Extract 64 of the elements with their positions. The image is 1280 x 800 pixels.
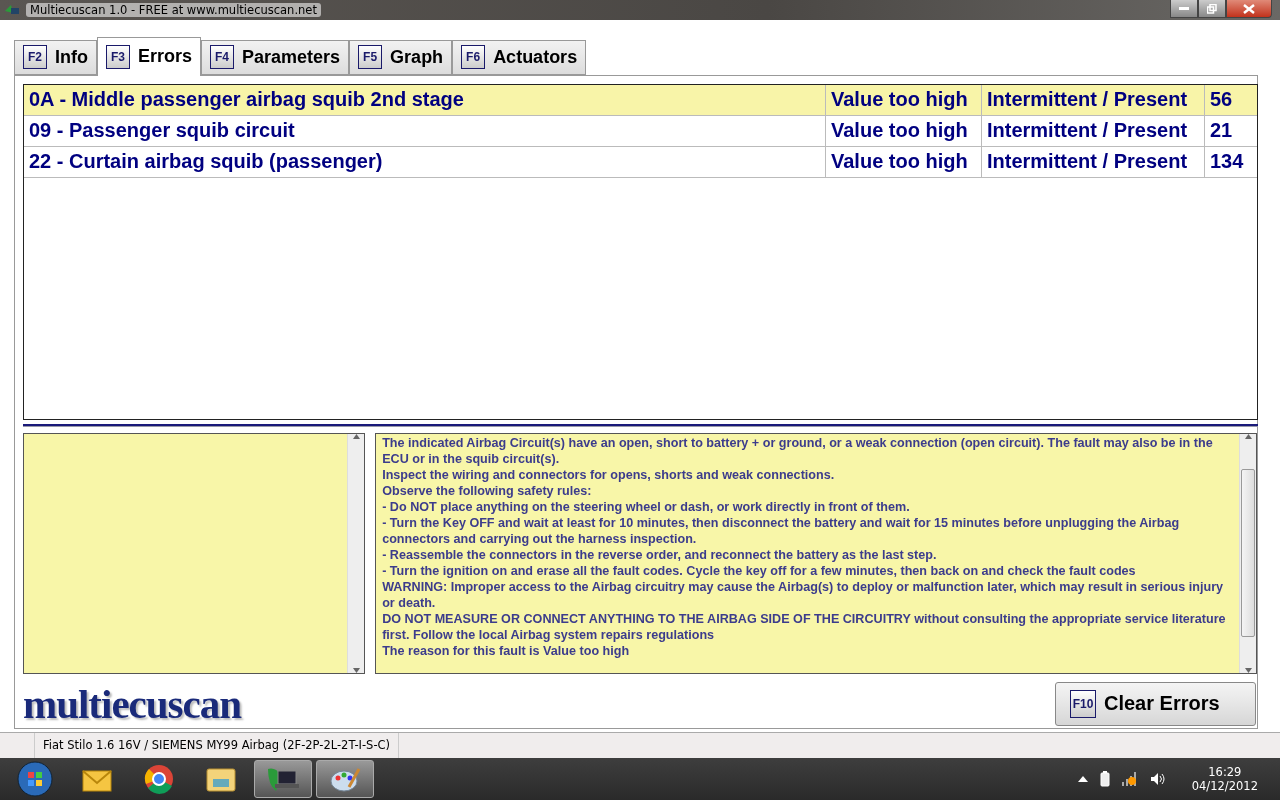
tab[interactable]: F2 Info (14, 39, 97, 75)
description-text: - Reassemble the connectors in the reverse order, and reconnect the battery as the last step. (382, 546, 938, 563)
error-row[interactable]: 09 - Passenger squib circuit Value too high Intermittent / Present 21 (24, 115, 1257, 147)
description-text: The reason for this fault is Value too high (382, 642, 631, 659)
description-text: DO NOT MEASURE OR CONNECT ANYTHING TO THE AIRBAG SIDE OF THE CIRCUITRY without consulting the appropriate service literature first. Follow the local Airbag system repairs regulations (382, 610, 1227, 643)
speaker-icon[interactable] (1149, 772, 1166, 786)
close-icon (1243, 3, 1255, 14)
table-cell: Intermittent / Present (982, 146, 1205, 177)
folder-icon (205, 765, 237, 793)
minimize-icon (1179, 6, 1189, 11)
clock[interactable]: 16:29 04/12/2012 (1191, 765, 1258, 793)
table-cell: Value too high (826, 84, 982, 115)
table-cell: 09 - Passenger squib circuit (24, 115, 826, 146)
show-hidden-icons-icon[interactable] (1077, 776, 1088, 782)
description-text: Observe the following safety rules: (382, 482, 593, 499)
description-text: Inspect the wiring and connectors for opens, shorts and weak connections. (382, 466, 836, 483)
start-orb-icon (17, 761, 53, 797)
key-badge: F3 (106, 44, 130, 69)
key-badge: F5 (358, 45, 383, 70)
signal-icon[interactable] (1121, 772, 1138, 786)
scroll-down-icon[interactable] (1244, 667, 1252, 673)
table-cell-text: 134 (1209, 149, 1245, 175)
restore-icon (1207, 3, 1217, 14)
minimize-button[interactable] (1170, 0, 1198, 18)
table-cell-text: 21 (1209, 118, 1234, 144)
clock-time: 16:29 (1208, 765, 1242, 779)
key-badge: F2 (23, 45, 47, 70)
scroll-up-icon[interactable] (1244, 433, 1252, 439)
table-cell: Intermittent / Present (982, 115, 1205, 146)
status-text: Fiat Stilo 1.6 16V / SIEMENS MY99 Airbag (2F-2P-2L-2T-I-S-C) (34, 732, 400, 758)
tab[interactable]: F5 Graph (349, 39, 453, 75)
table-cell: 22 - Curtain airbag squib (passenger) (24, 146, 826, 177)
browser-icon (144, 764, 174, 794)
table-cell: Intermittent / Present (982, 84, 1205, 115)
scrollbar[interactable] (1239, 433, 1256, 673)
table-cell: Value too high (826, 146, 982, 177)
tab[interactable]: F4 Parameters (201, 39, 350, 75)
scroll-thumb[interactable] (1241, 469, 1255, 638)
table-cell: 0A - Middle passenger airbag squib 2nd stage (24, 84, 826, 115)
table-cell: Value too high (826, 115, 982, 146)
battery-icon[interactable] (1099, 771, 1110, 787)
description-text: - Do NOT place anything on the steering wheel or dash, or work directly in front of them. (382, 498, 911, 515)
scrollbar[interactable] (347, 433, 365, 673)
description-text: WARNING: Improper access to the Airbag circuitry may cause the Airbag(s) to deploy or malfunction later, which may result in serious injury or death. (382, 578, 1225, 611)
window-title: Multiecuscan 1.0 - FREE at www.multiecuscan.net (26, 2, 321, 17)
tab[interactable]: F3 Errors (97, 36, 202, 76)
table-cell-text: 56 (1209, 87, 1234, 113)
description-text: The indicated Airbag Circuit(s) have an open, short to battery + or ground, or a weak connection (open circuit). The fault may also be in the ECU or in the squib circuit(s). (382, 434, 1214, 467)
clear-errors-button[interactable]: F10 Clear Errors (1055, 681, 1256, 726)
tab[interactable]: F6 Actuators (452, 39, 587, 75)
scroll-down-icon[interactable] (352, 667, 360, 673)
error-row[interactable]: 0A - Middle passenger airbag squib 2nd stage Value too high Intermittent / Present 56 (24, 84, 1257, 116)
close-button[interactable] (1226, 0, 1272, 18)
clock-date: 04/12/2012 (1191, 779, 1258, 793)
description-text: - Turn the Key OFF and wait at least for 10 minutes, then disconnect the battery and wait for 15 minutes before unplugging the Airbag connectors and carrying out the harness inspection. (382, 514, 1181, 547)
logo: multiecuscan (23, 679, 242, 728)
taskbar-app[interactable] (254, 760, 312, 798)
restore-button[interactable] (1198, 0, 1226, 18)
description-text: - Turn the ignition on and erase all the fault codes. Cycle the key off for a few minutes, then back on and check the fault codes (382, 562, 1137, 579)
error-row[interactable]: 22 - Curtain airbag squib (passenger) Value too high Intermittent / Present 134 (24, 146, 1257, 178)
scroll-up-icon[interactable] (352, 433, 360, 439)
key-badge: F6 (461, 45, 486, 70)
key-badge: F4 (210, 45, 235, 70)
key-badge: F10 (1070, 689, 1096, 718)
